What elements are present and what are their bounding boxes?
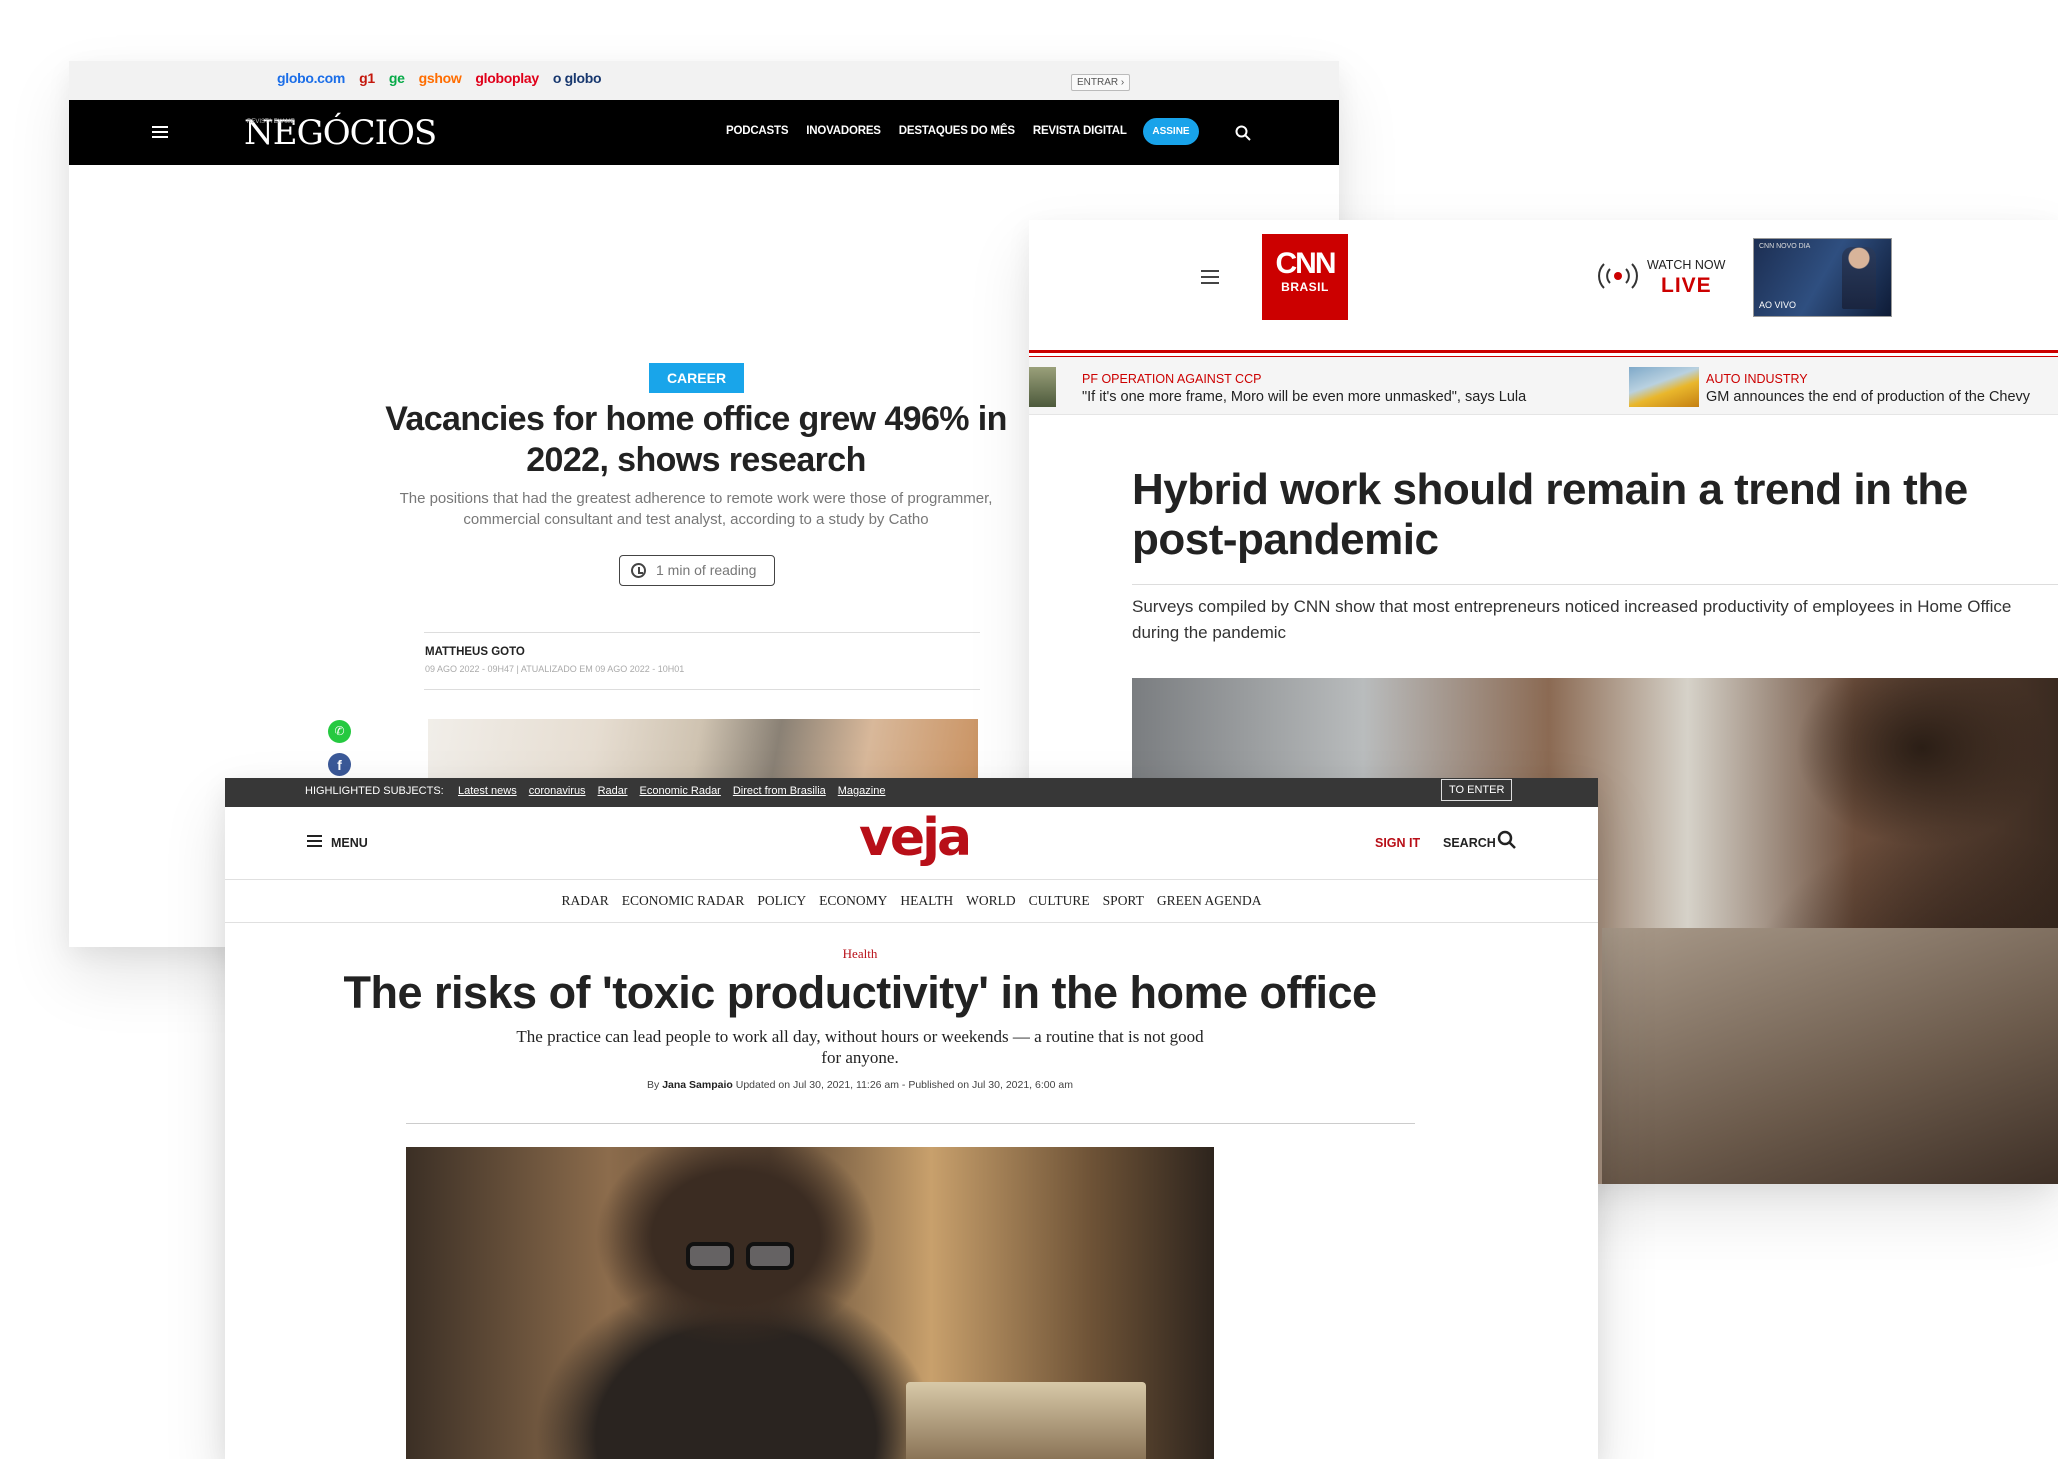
menu-icon[interactable]: [1201, 270, 1219, 284]
publish-dates: 09 AGO 2022 - 09H47 | ATUALIZADO EM 09 A…: [425, 664, 685, 674]
highlights-bar: HIGHLIGHTED SUBJECTS: Latest news corona…: [225, 778, 1598, 807]
section-link[interactable]: RADAR: [561, 893, 608, 909]
section-link[interactable]: CULTURE: [1029, 893, 1090, 909]
reading-time-text: 1 min of reading: [656, 562, 757, 578]
section-link[interactable]: HEALTH: [900, 893, 953, 909]
clock-icon: [631, 563, 646, 578]
negocios-logo[interactable]: REVISTA EXAME NEGÓCIOS: [244, 113, 437, 153]
globo-link-oglobo[interactable]: o globo: [553, 70, 602, 86]
highlight-link[interactable]: coronavirus: [529, 785, 586, 797]
article-subtitle: The positions that had the greatest adhe…: [399, 490, 993, 528]
byline: By Jana Sampaio Updated on Jul 30, 2021,…: [225, 1079, 1495, 1091]
divider: [225, 879, 1598, 880]
nav-item-revista[interactable]: REVISTA DIGITAL: [1033, 125, 1127, 137]
divider: [406, 1123, 1415, 1124]
highlights-label: HIGHLIGHTED SUBJECTS:: [305, 785, 444, 797]
headline-link[interactable]: GM announces the end of production of th…: [1706, 389, 2030, 405]
whatsapp-share-icon[interactable]: ✆: [328, 720, 351, 743]
highlight-link[interactable]: Radar: [598, 785, 628, 797]
article-title: Hybrid work should remain a trend in the…: [1132, 465, 1968, 564]
headline-category[interactable]: AUTO INDUSTRY: [1706, 372, 1808, 386]
cnn-logo-text: CNN: [1275, 247, 1337, 280]
menu-button[interactable]: MENU: [331, 836, 368, 850]
veja-logo[interactable]: veja: [859, 808, 972, 868]
headline-strip: PF OPERATION AGAINST CCP "If it's one mo…: [1029, 357, 2058, 415]
photo-detail: [1602, 928, 2058, 1184]
globo-link-ge[interactable]: ge: [389, 70, 405, 86]
divider: [424, 689, 980, 690]
menu-icon[interactable]: [152, 126, 168, 138]
divider: [1132, 584, 2058, 585]
section-link[interactable]: ECONOMIC RADAR: [622, 893, 745, 909]
byline-prefix: By: [647, 1079, 660, 1091]
section-link[interactable]: ECONOMY: [819, 893, 887, 909]
divider: [424, 632, 980, 633]
article-title: Vacancies for home office grew 496% in 2…: [385, 400, 1007, 479]
live-label[interactable]: LIVE: [1661, 274, 1712, 298]
globo-network-links: globo.com g1 ge gshow globoplay o globo: [277, 70, 602, 86]
highlight-link[interactable]: Latest news: [458, 785, 517, 797]
section-link[interactable]: SPORT: [1103, 893, 1144, 909]
section-link[interactable]: POLICY: [757, 893, 806, 909]
logo-tagline: REVISTA EXAME: [247, 119, 295, 125]
globo-link-gshow[interactable]: gshow: [419, 70, 462, 86]
menu-icon[interactable]: [307, 835, 322, 847]
photo-detail: [686, 1242, 806, 1270]
byline-dates: Updated on Jul 30, 2021, 11:26 am - Publ…: [735, 1079, 1073, 1091]
article-subtitle: Surveys compiled by CNN show that most e…: [1132, 597, 2012, 642]
watch-now-label[interactable]: WATCH NOW: [1647, 258, 1725, 272]
highlight-link[interactable]: Direct from Brasilia: [733, 785, 826, 797]
headline-link[interactable]: "If it's one more frame, Moro will be ev…: [1082, 389, 1526, 405]
globo-link-globo[interactable]: globo.com: [277, 70, 345, 86]
nav-item-destaques[interactable]: DESTAQUES DO MÊS: [899, 125, 1015, 137]
cnn-logo-sub: BRASIL: [1281, 280, 1329, 294]
nav-item-inovadores[interactable]: INOVADORES: [806, 125, 881, 137]
thumb-brand: CNN NOVO DIA: [1759, 243, 1811, 250]
author-name[interactable]: MATTHEUS GOTO: [425, 646, 525, 658]
author-name[interactable]: Jana Sampaio: [662, 1079, 733, 1091]
anchor-image: [1842, 247, 1876, 309]
login-button[interactable]: ENTRAR ›: [1071, 74, 1131, 91]
search-icon[interactable]: [1497, 830, 1517, 850]
section-link[interactable]: WORLD: [966, 893, 1016, 909]
negocios-navbar: REVISTA EXAME NEGÓCIOS PODCASTS INOVADOR…: [69, 100, 1339, 165]
section-link[interactable]: GREEN AGENDA: [1157, 893, 1262, 909]
search-icon[interactable]: [1235, 125, 1251, 141]
reading-time-badge: 1 min of reading: [619, 555, 775, 586]
cnn-logo[interactable]: CNN BRASIL: [1262, 234, 1348, 320]
category-tag[interactable]: Health: [225, 946, 1495, 962]
headline-thumbnail[interactable]: [1029, 367, 1056, 407]
category-tag[interactable]: CAREER: [649, 363, 744, 393]
divider: [225, 922, 1598, 923]
divider: [1029, 350, 2058, 353]
sign-in-link[interactable]: SIGN IT: [1375, 836, 1420, 850]
negocios-menu: PODCASTS INOVADORES DESTAQUES DO MÊS REV…: [726, 125, 1127, 137]
article-photo: [406, 1147, 1214, 1459]
nav-item-podcasts[interactable]: PODCASTS: [726, 125, 788, 137]
headline-category[interactable]: PF OPERATION AGAINST CCP: [1082, 372, 1261, 386]
thumb-label: AO VIVO: [1759, 300, 1797, 310]
live-broadcast-icon[interactable]: [1596, 261, 1640, 291]
highlights-links: Latest news coronavirus Radar Economic R…: [458, 785, 885, 797]
highlight-link[interactable]: Magazine: [838, 785, 886, 797]
facebook-share-icon[interactable]: f: [328, 753, 351, 776]
globo-link-g1[interactable]: g1: [359, 70, 375, 86]
highlight-link[interactable]: Economic Radar: [640, 785, 721, 797]
globo-top-bar: globo.com g1 ge gshow globoplay o globo …: [69, 61, 1339, 100]
subscribe-button[interactable]: ASSINE: [1143, 118, 1199, 145]
live-stream-thumbnail[interactable]: CNN NOVO DIA AO VIVO: [1753, 238, 1892, 317]
section-nav: RADAR ECONOMIC RADAR POLICY ECONOMY HEAL…: [225, 893, 1598, 909]
login-button[interactable]: TO ENTER: [1441, 779, 1513, 801]
globo-link-globoplay[interactable]: globoplay: [475, 70, 539, 86]
article-title: The risks of 'toxic productivity' in the…: [343, 967, 1377, 1018]
photo-detail: [906, 1382, 1146, 1459]
headline-thumbnail[interactable]: [1629, 367, 1699, 407]
veja-screenshot: HIGHLIGHTED SUBJECTS: Latest news corona…: [225, 778, 1598, 1459]
article-subtitle: The practice can lead people to work all…: [516, 1027, 1204, 1067]
search-button[interactable]: SEARCH: [1443, 836, 1496, 850]
